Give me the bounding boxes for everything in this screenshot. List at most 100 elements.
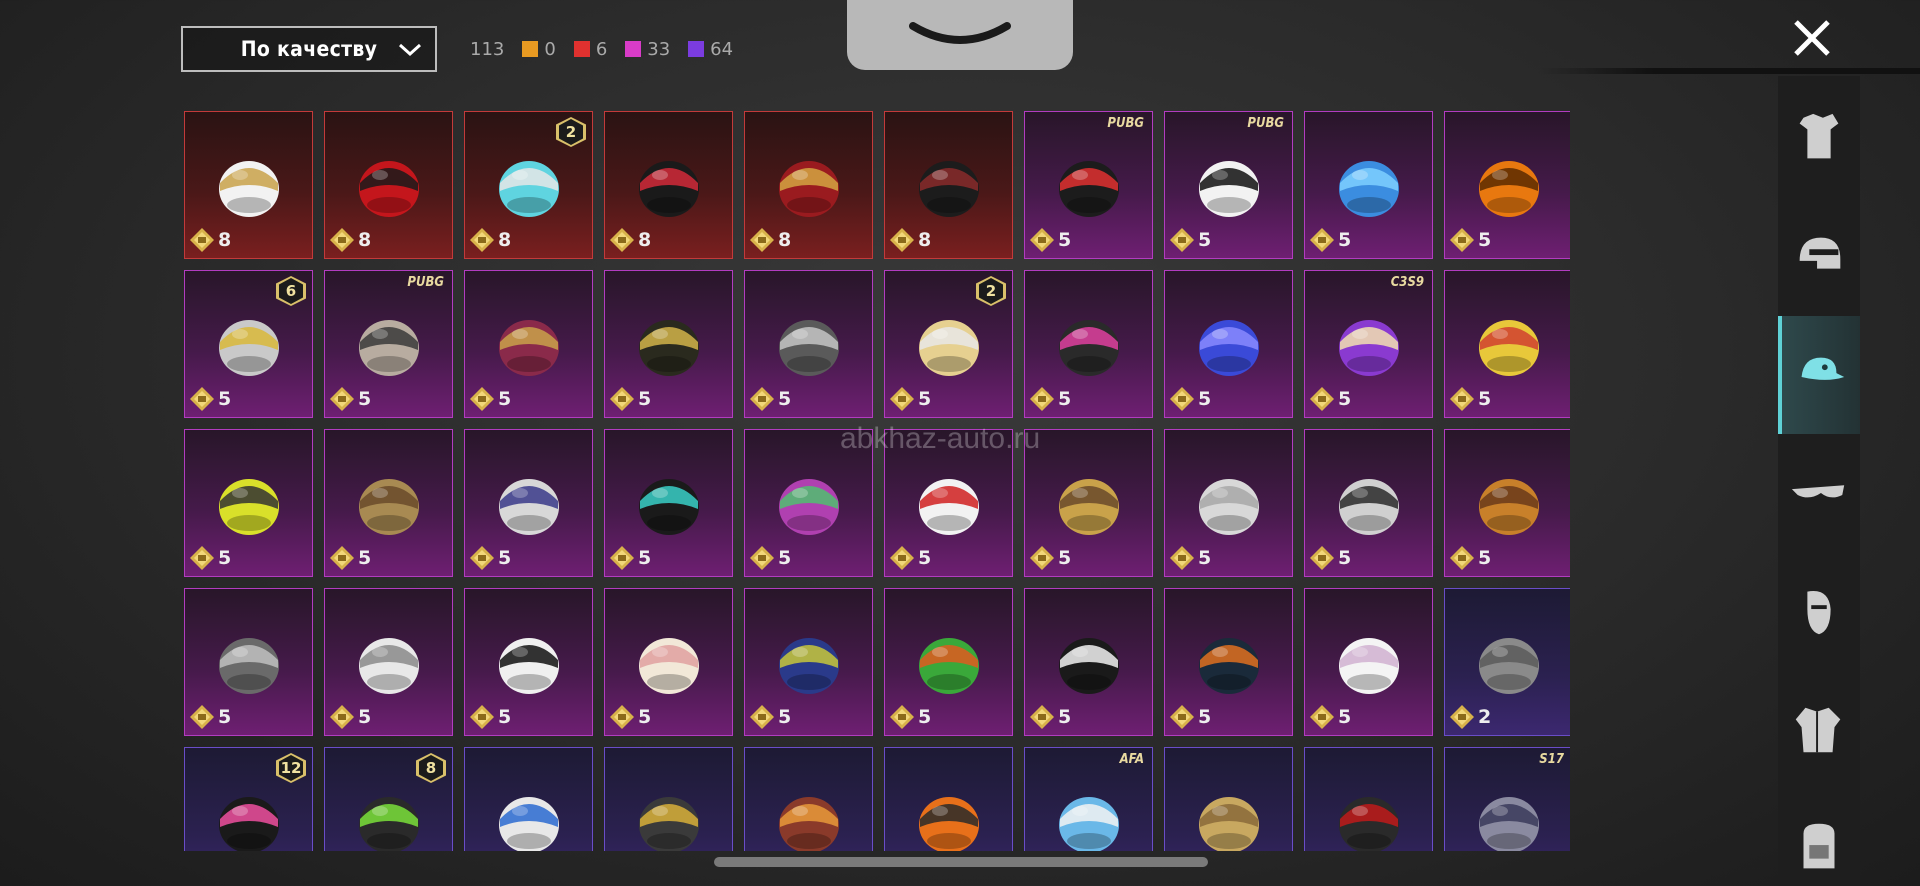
item-price: 5 <box>189 704 231 730</box>
coin-icon <box>1450 228 1474 252</box>
inventory-item[interactable]: 5 <box>184 429 313 577</box>
inventory-item[interactable]: 5 <box>464 429 593 577</box>
inventory-item[interactable]: 5 <box>184 588 313 736</box>
inventory-item[interactable] <box>464 747 593 851</box>
inventory-item[interactable]: 5 <box>1024 429 1153 577</box>
orange-spike-helmet-icon <box>918 797 979 851</box>
item-price: 5 <box>189 386 231 412</box>
inventory-item[interactable]: 5 <box>884 588 1013 736</box>
inventory-item[interactable]: 5 <box>1304 588 1433 736</box>
inventory-item[interactable]: 8 <box>184 111 313 259</box>
inventory-item[interactable]: 5 <box>1164 588 1293 736</box>
item-price: 8 <box>749 227 791 253</box>
straw-hat-icon <box>358 479 419 536</box>
inventory-item[interactable]: 5 <box>604 429 733 577</box>
inventory-item[interactable]: 5 C3S9 <box>1304 270 1433 418</box>
item-price: 5 <box>1449 545 1491 571</box>
inventory-item[interactable] <box>744 747 873 851</box>
gray-hair-icon <box>1478 638 1539 695</box>
inventory-item[interactable]: 82 <box>464 111 593 259</box>
black-rabbit-helmet-icon <box>918 161 979 218</box>
inventory-item[interactable]: 5 <box>1444 270 1570 418</box>
inventory-item[interactable]: 5 PUBG <box>1164 111 1293 259</box>
frog-cap-icon <box>918 638 979 695</box>
inventory-item[interactable]: 5 PUBG <box>324 270 453 418</box>
inventory-item[interactable]: 12 <box>184 747 313 851</box>
coin-icon <box>1170 228 1194 252</box>
inventory-item[interactable]: 5 <box>744 270 873 418</box>
item-price-value: 5 <box>1338 547 1352 569</box>
inventory-item[interactable]: 8 <box>324 111 453 259</box>
inventory-item[interactable]: 52 <box>884 270 1013 418</box>
item-price-value: 5 <box>638 388 652 410</box>
inventory-item[interactable]: 5 <box>324 588 453 736</box>
inventory-item[interactable]: 5 <box>744 588 873 736</box>
item-price-value: 8 <box>778 229 792 251</box>
inventory-item[interactable]: 5 <box>1444 429 1570 577</box>
inventory-item[interactable]: 5 <box>1304 429 1433 577</box>
crimson-helmet-icon <box>778 161 839 218</box>
inventory-item[interactable]: 5 <box>464 588 593 736</box>
sort-dropdown[interactable]: По качеству <box>181 26 437 72</box>
inventory-item[interactable]: 8 <box>884 111 1013 259</box>
inventory-item[interactable]: 56 <box>184 270 313 418</box>
category-tab[interactable] <box>1778 552 1860 670</box>
white-sun-hat-icon <box>1338 638 1399 695</box>
jacket-category-icon <box>1795 707 1841 753</box>
item-price-value: 5 <box>218 388 232 410</box>
category-sidebar <box>1778 76 1860 886</box>
category-tab[interactable] <box>1778 198 1860 316</box>
inventory-item[interactable] <box>604 747 733 851</box>
inventory-item[interactable]: 8 <box>324 747 453 851</box>
item-price-value: 5 <box>358 388 372 410</box>
inventory-item[interactable]: 5 <box>604 270 733 418</box>
item-price-value: 5 <box>498 547 512 569</box>
item-price: 8 <box>329 227 371 253</box>
category-tab[interactable] <box>1778 434 1860 552</box>
inventory-item[interactable]: 5 <box>324 429 453 577</box>
inventory-item[interactable]: 5 <box>604 588 733 736</box>
inventory-item[interactable]: 5 <box>1024 270 1153 418</box>
inventory-item[interactable]: 2 <box>1444 588 1570 736</box>
inventory-item[interactable]: 5 <box>1164 270 1293 418</box>
coin-icon <box>750 546 774 570</box>
inventory-item[interactable] <box>884 747 1013 851</box>
category-tab[interactable] <box>1778 316 1860 434</box>
cake-hat-icon <box>1058 479 1119 536</box>
inventory-item[interactable]: S17 <box>1444 747 1570 851</box>
item-price-value: 5 <box>1198 388 1212 410</box>
coin-icon <box>330 546 354 570</box>
inventory-item[interactable]: 5 <box>1024 588 1153 736</box>
inventory-item[interactable] <box>1164 747 1293 851</box>
aviator-goggles-icon <box>778 797 839 851</box>
blonde-hat-icon <box>918 320 979 377</box>
inventory-item[interactable]: AFA <box>1024 747 1153 851</box>
inventory-item[interactable]: 5 <box>1304 111 1433 259</box>
item-price: 5 <box>1169 386 1211 412</box>
horizontal-scrollbar[interactable] <box>714 857 1208 867</box>
item-price-value: 5 <box>1478 388 1492 410</box>
coin-icon <box>470 546 494 570</box>
inventory-item[interactable] <box>1304 747 1433 851</box>
inventory-item[interactable]: 5 <box>464 270 593 418</box>
cone-hat-icon <box>498 479 559 536</box>
inventory-item[interactable]: 5 <box>1164 429 1293 577</box>
coin-icon <box>1030 387 1054 411</box>
category-tab[interactable] <box>1778 788 1860 886</box>
inventory-item[interactable]: 5 PUBG <box>1024 111 1153 259</box>
category-tab[interactable] <box>1778 670 1860 788</box>
inventory-item[interactable]: 8 <box>604 111 733 259</box>
collapse-panel-button[interactable] <box>847 0 1073 70</box>
divider-line <box>1540 68 1920 74</box>
inventory-item[interactable]: 8 <box>744 111 873 259</box>
item-price-value: 5 <box>1338 706 1352 728</box>
witch-hat-icon <box>498 320 559 377</box>
inventory-item[interactable]: 5 <box>1444 111 1570 259</box>
coin-icon <box>470 228 494 252</box>
category-tab[interactable] <box>1778 80 1860 198</box>
close-icon[interactable] <box>1790 16 1834 60</box>
neon-hood-icon <box>1058 320 1119 377</box>
coin-icon <box>190 705 214 729</box>
item-price: 5 <box>1169 704 1211 730</box>
item-price-value: 5 <box>218 706 232 728</box>
